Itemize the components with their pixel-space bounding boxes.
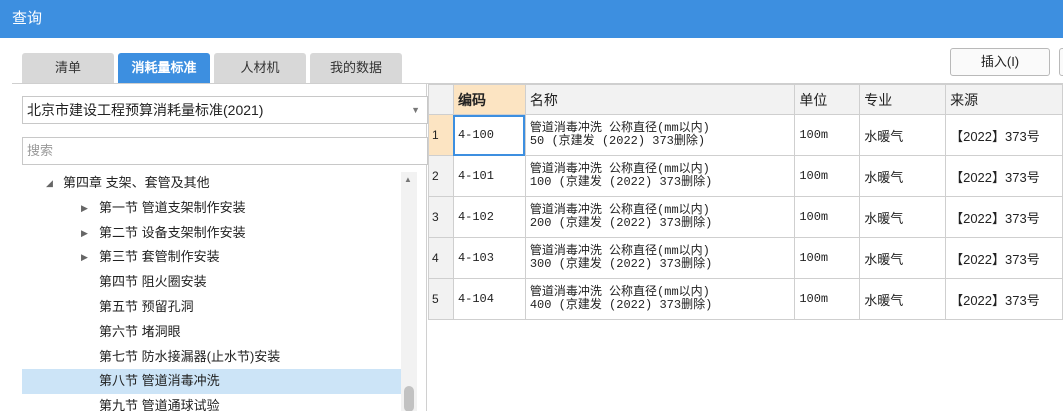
cell-name[interactable]: 管道消毒冲洗 公称直径(mm以内) 100 (京建发 (2022) 373删除): [524, 155, 796, 197]
cell-unit[interactable]: 100m: [794, 114, 861, 156]
cell-unit[interactable]: 100m: [794, 237, 861, 279]
cell-source[interactable]: 【2022】373号: [945, 237, 1063, 279]
cell-code[interactable]: 4-100: [452, 114, 526, 156]
cell-name[interactable]: 管道消毒冲洗 公称直径(mm以内) 200 (京建发 (2022) 373删除): [524, 196, 796, 238]
tree-item-section-9[interactable]: 第九节 管道通球试验: [22, 394, 410, 411]
left-panel: 北京市建设工程预算消耗量标准(2021) ▼ 搜索 ◢ 第四章 支架、套管及其他…: [12, 84, 428, 411]
cell-code[interactable]: 4-101: [452, 155, 526, 197]
cell-major[interactable]: 水暖气: [859, 155, 947, 197]
tab-my-data[interactable]: 我的数据: [310, 53, 402, 83]
cell-unit[interactable]: 100m: [794, 278, 861, 320]
row-number: 2: [428, 155, 454, 197]
tree-item-chapter-4[interactable]: ◢ 第四章 支架、套管及其他: [22, 171, 410, 196]
chapter-tree: ◢ 第四章 支架、套管及其他 ▶ 第一节 管道支架制作安装 ▶ 第二节 设备支架…: [22, 171, 410, 411]
cell-unit[interactable]: 100m: [794, 196, 861, 238]
row-number: 4: [428, 237, 454, 279]
tab-labor-material-machine[interactable]: 人材机: [214, 53, 306, 83]
tree-item-section-3[interactable]: ▶ 第三节 套管制作安装: [22, 245, 410, 270]
scroll-up-arrow-icon[interactable]: ▲: [404, 175, 412, 184]
tab-consumption-standard[interactable]: 消耗量标准: [118, 53, 210, 83]
tree-item-label: 第五节 预留孔洞: [99, 298, 194, 314]
tree-item-label: 第六节 堵洞眼: [99, 323, 181, 339]
cell-code[interactable]: 4-103: [452, 237, 526, 279]
tree-item-section-4[interactable]: 第四节 阻火圈安装: [22, 270, 410, 295]
name-line2: 200 (京建发 (2022) 373删除): [529, 216, 713, 230]
cell-source[interactable]: 【2022】373号: [945, 155, 1063, 197]
tree-item-section-2[interactable]: ▶ 第二节 设备支架制作安装: [22, 221, 410, 246]
tree-item-label: 第四章 支架、套管及其他: [63, 175, 210, 190]
table-row[interactable]: 4 4-103 管道消毒冲洗 公称直径(mm以内) 300 (京建发 (2022)…: [428, 237, 1063, 279]
tree-item-label: 第三节 套管制作安装: [99, 249, 220, 265]
table-row[interactable]: 5 4-104 管道消毒冲洗 公称直径(mm以内) 400 (京建发 (2022)…: [428, 278, 1063, 320]
col-header-name[interactable]: 名称: [524, 84, 796, 115]
window-title: 查询: [0, 0, 1063, 38]
tree-item-section-5[interactable]: 第五节 预留孔洞: [22, 295, 410, 320]
row-number: 1: [428, 114, 454, 156]
cell-source[interactable]: 【2022】373号: [945, 114, 1063, 156]
chevron-down-icon[interactable]: ▼: [411, 97, 420, 123]
standard-select-value: 北京市建设工程预算消耗量标准(2021): [27, 102, 264, 118]
tab-bill[interactable]: 清单: [22, 53, 114, 83]
cell-major[interactable]: 水暖气: [859, 278, 947, 320]
tree-item-label: 第八节 管道消毒冲洗: [99, 373, 220, 389]
col-header-unit[interactable]: 单位: [794, 84, 861, 115]
tree-item-label: 第一节 管道支架制作安装: [99, 199, 246, 215]
row-number: 3: [428, 196, 454, 238]
name-line2: 50 (京建发 (2022) 373删除): [529, 134, 706, 148]
expand-caret-icon[interactable]: ▶: [81, 196, 88, 221]
quota-grid: 编码 名称 单位 专业 来源 1 4-100 管道消毒冲洗 公称直径(mm以内)…: [428, 84, 1063, 320]
tree-item-section-7[interactable]: 第七节 防水接漏器(止水节)安装: [22, 345, 410, 370]
cell-source[interactable]: 【2022】373号: [945, 196, 1063, 238]
cell-name[interactable]: 管道消毒冲洗 公称直径(mm以内) 300 (京建发 (2022) 373删除): [524, 237, 796, 279]
grid-header: 编码 名称 单位 专业 来源: [428, 84, 1063, 115]
search-input[interactable]: 搜索: [22, 137, 428, 165]
name-line2: 300 (京建发 (2022) 373删除): [529, 257, 713, 271]
table-row[interactable]: 1 4-100 管道消毒冲洗 公称直径(mm以内) 50 (京建发 (2022) …: [428, 114, 1063, 156]
tree-scrollbar[interactable]: ▲: [401, 172, 417, 411]
tree-item-label: 第四节 阻火圈安装: [99, 274, 207, 290]
col-header-major[interactable]: 专业: [859, 84, 947, 115]
tab-bar: 清单 消耗量标准 人材机 我的数据: [22, 53, 402, 83]
cell-code[interactable]: 4-102: [452, 196, 526, 238]
tree-item-label: 第二节 设备支架制作安装: [99, 224, 246, 240]
col-header-source[interactable]: 来源: [945, 84, 1063, 115]
collapse-caret-icon[interactable]: ◢: [46, 171, 53, 196]
tree-item-section-1[interactable]: ▶ 第一节 管道支架制作安装: [22, 196, 410, 221]
col-header-rowno: [428, 84, 454, 115]
cell-major[interactable]: 水暖气: [859, 237, 947, 279]
cell-name[interactable]: 管道消毒冲洗 公称直径(mm以内) 400 (京建发 (2022) 373删除): [524, 278, 796, 320]
standard-select[interactable]: 北京市建设工程预算消耗量标准(2021) ▼: [22, 96, 428, 124]
table-row[interactable]: 3 4-102 管道消毒冲洗 公称直径(mm以内) 200 (京建发 (2022)…: [428, 196, 1063, 238]
expand-caret-icon[interactable]: ▶: [81, 245, 88, 270]
cell-name[interactable]: 管道消毒冲洗 公称直径(mm以内) 50 (京建发 (2022) 373删除): [524, 114, 796, 156]
tree-item-section-6[interactable]: 第六节 堵洞眼: [22, 320, 410, 345]
tree-item-label: 第七节 防水接漏器(止水节)安装: [99, 348, 281, 364]
cell-major[interactable]: 水暖气: [859, 114, 947, 156]
cell-code[interactable]: 4-104: [452, 278, 526, 320]
name-line2: 400 (京建发 (2022) 373删除): [529, 298, 713, 312]
name-line2: 100 (京建发 (2022) 373删除): [529, 175, 713, 189]
scroll-thumb[interactable]: [404, 386, 414, 411]
cell-unit[interactable]: 100m: [794, 155, 861, 197]
cell-source[interactable]: 【2022】373号: [945, 278, 1063, 320]
table-row[interactable]: 2 4-101 管道消毒冲洗 公称直径(mm以内) 100 (京建发 (2022)…: [428, 155, 1063, 197]
tree-item-label: 第九节 管道通球试验: [99, 398, 220, 411]
expand-caret-icon[interactable]: ▶: [81, 221, 88, 246]
cell-major[interactable]: 水暖气: [859, 196, 947, 238]
insert-button[interactable]: 插入(I): [950, 48, 1050, 76]
row-number: 5: [428, 278, 454, 320]
tree-item-section-8[interactable]: 第八节 管道消毒冲洗: [22, 369, 410, 395]
overflow-button[interactable]: [1059, 48, 1063, 76]
col-header-code[interactable]: 编码: [452, 84, 526, 115]
